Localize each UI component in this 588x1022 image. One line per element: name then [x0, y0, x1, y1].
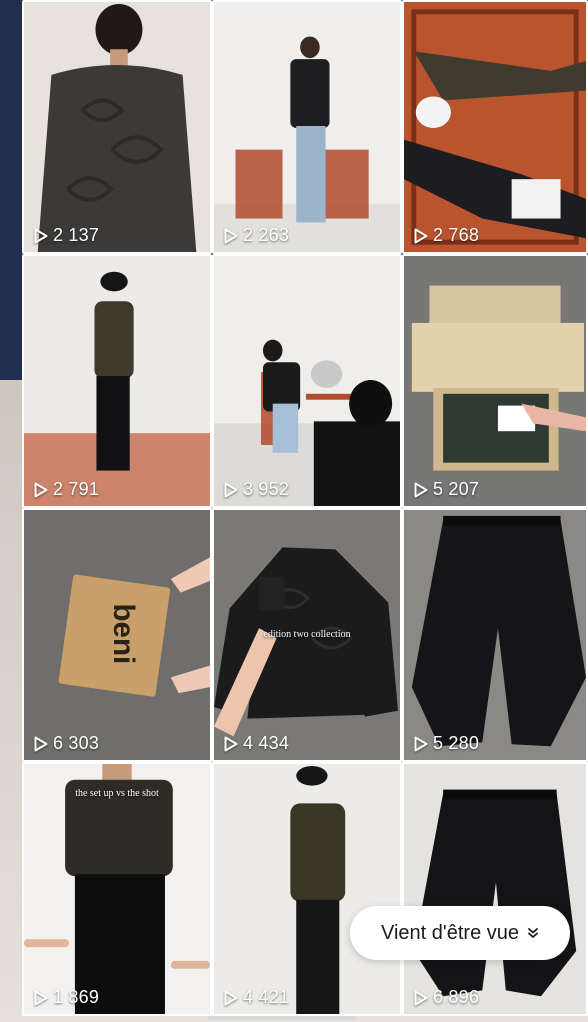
- view-count: 5 280: [414, 733, 479, 754]
- view-count-label: 5 207: [433, 479, 480, 499]
- play-icon: [414, 482, 428, 497]
- video-tile[interactable]: 2 768: [402, 0, 588, 254]
- video-tile[interactable]: 4 421: [212, 762, 402, 1016]
- video-tile[interactable]: edition two collection 4 434: [212, 508, 402, 762]
- view-count-label: 6 303: [53, 733, 100, 753]
- play-icon: [34, 228, 48, 243]
- video-tile[interactable]: 3 952: [212, 254, 402, 508]
- play-icon: [34, 990, 48, 1005]
- play-icon: [34, 736, 48, 751]
- video-thumbnail: [404, 2, 586, 252]
- view-count: 4 421: [224, 987, 289, 1008]
- view-count: 5 207: [414, 479, 479, 500]
- play-icon: [224, 736, 238, 751]
- video-thumbnail: [24, 256, 210, 506]
- video-tile[interactable]: 5 280: [402, 508, 588, 762]
- play-icon: [224, 990, 238, 1005]
- video-thumbnail: [404, 510, 586, 760]
- video-thumbnail: [214, 256, 400, 506]
- recently-viewed-button[interactable]: Vient d'être vue: [350, 906, 570, 960]
- view-count-label: 1 869: [53, 987, 100, 1007]
- video-thumbnail: [24, 764, 210, 1014]
- view-count-label: 2 137: [53, 225, 100, 245]
- view-count-label: 2 768: [433, 225, 480, 245]
- video-thumbnail: [404, 764, 586, 1014]
- play-icon: [414, 990, 428, 1005]
- view-count-label: 2 791: [53, 479, 100, 499]
- view-count-label: 6 896: [433, 987, 480, 1007]
- video-thumbnail: [214, 764, 400, 1014]
- view-count-label: 4 421: [243, 987, 290, 1007]
- play-icon: [224, 228, 238, 243]
- view-count: 6 303: [34, 733, 99, 754]
- view-count: 3 952: [224, 479, 289, 500]
- video-tile[interactable]: 2 791: [22, 254, 212, 508]
- scrollbar[interactable]: [208, 1016, 356, 1020]
- view-count-label: 5 280: [433, 733, 480, 753]
- video-tile[interactable]: the set up vs the shot 1 869: [22, 762, 212, 1016]
- view-count: 4 434: [224, 733, 289, 754]
- video-tile[interactable]: beni 6 303: [22, 508, 212, 762]
- play-icon: [34, 482, 48, 497]
- video-thumbnail: [24, 2, 210, 252]
- play-icon: [224, 482, 238, 497]
- video-tile[interactable]: 2 263: [212, 0, 402, 254]
- view-count: 2 791: [34, 479, 99, 500]
- play-icon: [414, 228, 428, 243]
- video-tile[interactable]: 6 896: [402, 762, 588, 1016]
- view-count: 2 768: [414, 225, 479, 246]
- video-caption: edition two collection: [263, 629, 351, 640]
- video-grid: 2 137 2 263 2 768 2 791 3 952 5 207 beni…: [22, 0, 588, 1022]
- video-tile[interactable]: 2 137: [22, 0, 212, 254]
- play-icon: [414, 736, 428, 751]
- double-chevron-down-icon: [528, 928, 538, 938]
- view-count-label: 2 263: [243, 225, 290, 245]
- video-thumbnail: [214, 2, 400, 252]
- recently-viewed-label: Vient d'être vue: [381, 921, 519, 944]
- view-count: 1 869: [34, 987, 99, 1008]
- view-count: 6 896: [414, 987, 479, 1008]
- video-caption: the set up vs the shot: [75, 788, 159, 799]
- view-count: 2 137: [34, 225, 99, 246]
- video-tile[interactable]: 5 207: [402, 254, 588, 508]
- video-thumbnail: [404, 256, 586, 506]
- view-count-label: 4 434: [243, 733, 290, 753]
- video-thumbnail: beni: [24, 510, 210, 760]
- package-brand-text: beni: [107, 604, 140, 665]
- view-count: 2 263: [224, 225, 289, 246]
- view-count-label: 3 952: [243, 479, 290, 499]
